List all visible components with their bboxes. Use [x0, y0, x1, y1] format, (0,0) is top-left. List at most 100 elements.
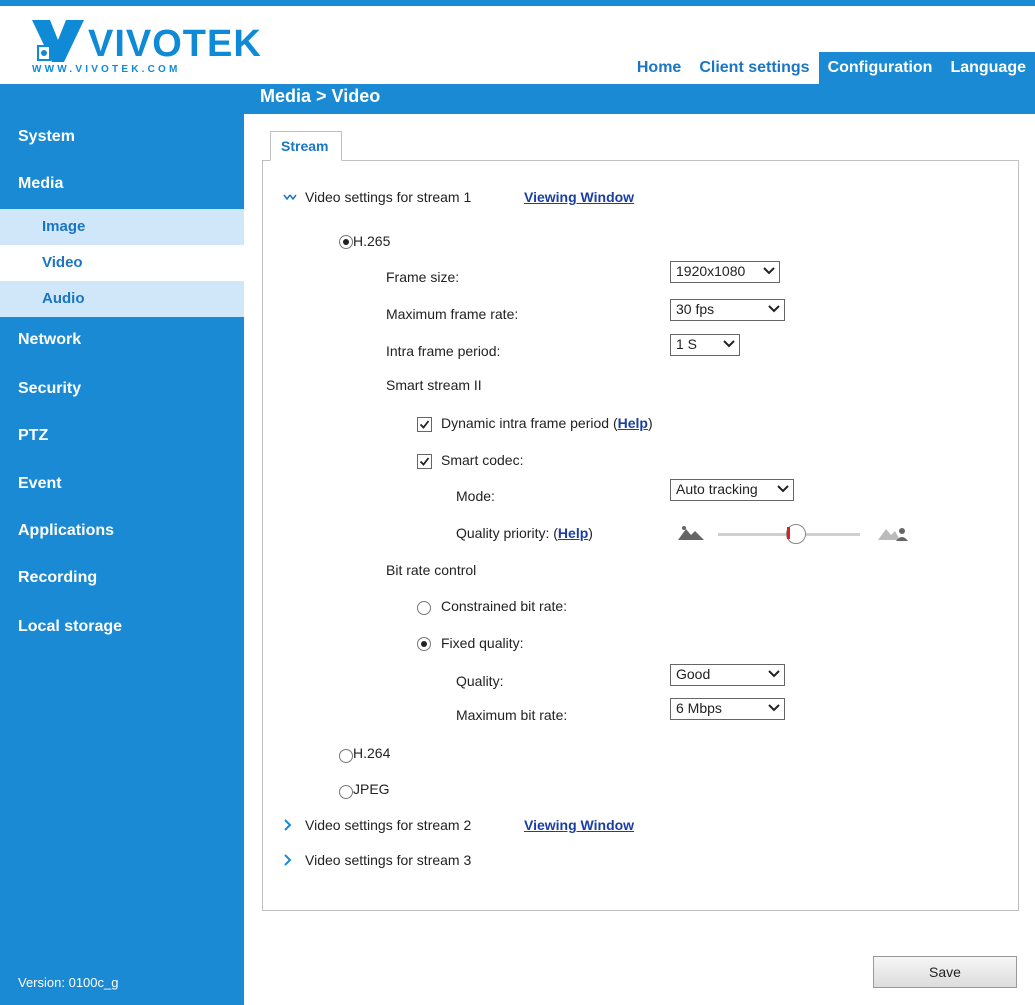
- quality-select[interactable]: Good: [670, 664, 785, 686]
- stream2-viewing-window-link[interactable]: Viewing Window: [524, 817, 634, 833]
- sidebar-item-applications[interactable]: Applications: [0, 522, 244, 546]
- sidebar-item-media[interactable]: Media: [0, 175, 244, 199]
- codec-h265-label: H.265: [353, 233, 391, 249]
- quality-label: Quality:: [456, 673, 504, 689]
- dynamic-intra-text: Dynamic intra frame period (: [441, 415, 618, 431]
- breadcrumb: Media > Video: [260, 86, 381, 106]
- close-paren: ): [588, 525, 593, 541]
- quality-priority-label: Quality priority: (Help): [456, 525, 593, 541]
- max-bit-rate-label: Maximum bit rate:: [456, 707, 568, 723]
- intra-frame-period-select[interactable]: 1 S: [670, 334, 740, 356]
- sidebar-subitem-label: Image: [42, 218, 86, 235]
- checkmark-icon: [419, 420, 430, 429]
- dynamic-intra-label: Dynamic intra frame period (Help): [441, 415, 653, 431]
- intra-frame-period-value: 1 S: [676, 336, 698, 352]
- save-button-label: Save: [929, 964, 961, 980]
- sidebar-item-label: Event: [18, 475, 62, 492]
- save-button[interactable]: Save: [873, 956, 1017, 988]
- stream2-title[interactable]: Video settings for stream 2: [305, 817, 471, 833]
- codec-jpeg-label: JPEG: [353, 781, 390, 797]
- person-priority-icon: [878, 528, 908, 541]
- quality-value: Good: [676, 666, 711, 682]
- codec-h265-radio[interactable]: [339, 235, 353, 249]
- smart-stream-label: Smart stream II: [386, 377, 482, 393]
- max-frame-rate-value: 30 fps: [676, 301, 715, 317]
- constrained-bit-rate-radio[interactable]: [417, 601, 431, 615]
- smart-codec-label: Smart codec:: [441, 452, 524, 468]
- version-text: Version: 0100c_g: [18, 975, 119, 990]
- max-bit-rate-value: 6 Mbps: [676, 700, 722, 716]
- chevron-down-icon: [768, 704, 780, 712]
- codec-jpeg-radio[interactable]: [339, 785, 353, 799]
- nav-client-settings[interactable]: Client settings: [690, 52, 818, 84]
- chevron-down-icon: [768, 305, 780, 313]
- codec-h264-radio[interactable]: [339, 749, 353, 763]
- mode-value: Auto tracking: [676, 481, 758, 497]
- sidebar-item-label: Security: [18, 380, 82, 397]
- sidebar-item-recording[interactable]: Recording: [0, 569, 244, 593]
- logo-mark-icon: [32, 20, 84, 62]
- breadcrumb-bar: Media > Video: [244, 84, 1035, 114]
- frame-size-value: 1920x1080: [676, 263, 746, 279]
- quality-priority-help-link[interactable]: Help: [558, 525, 588, 541]
- sidebar-item-label: Media: [18, 175, 64, 192]
- chevron-down-icon: [777, 485, 789, 493]
- tab-stream[interactable]: Stream: [270, 131, 342, 161]
- mode-select[interactable]: Auto tracking: [670, 479, 794, 501]
- sidebar-item-ptz[interactable]: PTZ: [0, 427, 244, 451]
- frame-size-select[interactable]: 1920x1080: [670, 261, 780, 283]
- expand-arrow-icon[interactable]: [283, 854, 293, 866]
- dynamic-intra-checkbox[interactable]: [417, 417, 432, 432]
- sidebar-item-label: Applications: [18, 522, 115, 539]
- quality-priority-text: Quality priority: (: [456, 525, 558, 541]
- expand-chevron-icon[interactable]: [283, 193, 297, 203]
- nav-language[interactable]: Language: [941, 52, 1035, 84]
- nav-configuration[interactable]: Configuration: [818, 52, 942, 84]
- logo-text: VIVOTEK: [88, 23, 262, 65]
- sidebar-item-security[interactable]: Security: [0, 380, 244, 404]
- sidebar-subitem-image[interactable]: Image: [0, 209, 244, 245]
- chevron-down-icon: [768, 670, 780, 678]
- fixed-quality-radio[interactable]: [417, 637, 431, 651]
- top-accent-bar: [0, 0, 1035, 6]
- bit-rate-control-label: Bit rate control: [386, 562, 477, 578]
- stream1-viewing-window-link[interactable]: Viewing Window: [524, 189, 634, 205]
- codec-h264-label: H.264: [353, 745, 391, 761]
- sidebar-item-label: System: [18, 128, 75, 145]
- sidebar-item-label: Recording: [18, 569, 98, 586]
- expand-arrow-icon[interactable]: [283, 819, 293, 831]
- sidebar-item-local-storage[interactable]: Local storage: [0, 618, 244, 642]
- chevron-down-icon: [723, 340, 735, 348]
- sidebar-item-label: Network: [18, 331, 82, 348]
- checkmark-icon: [419, 457, 430, 466]
- dynamic-intra-help-link[interactable]: Help: [618, 415, 648, 431]
- sidebar-subitem-audio[interactable]: Audio: [0, 281, 244, 317]
- quality-priority-marker: [787, 527, 791, 539]
- vivotek-logo: VIVOTEK WWW.VIVOTEK.COM: [30, 18, 261, 82]
- sidebar-item-system[interactable]: System: [0, 128, 244, 152]
- logo-url-text: WWW.VIVOTEK.COM: [32, 64, 181, 75]
- chevron-down-icon: [763, 267, 775, 275]
- fixed-quality-label: Fixed quality:: [441, 635, 524, 651]
- stream3-title[interactable]: Video settings for stream 3: [305, 852, 471, 868]
- landscape-quality-icon: [678, 526, 704, 540]
- max-frame-rate-select[interactable]: 30 fps: [670, 299, 785, 321]
- sidebar-item-event[interactable]: Event: [0, 475, 244, 499]
- stream1-title[interactable]: Video settings for stream 1: [305, 189, 471, 205]
- close-paren: ): [647, 415, 653, 431]
- max-frame-rate-label: Maximum frame rate:: [386, 306, 519, 322]
- smart-codec-checkbox[interactable]: [417, 454, 432, 469]
- nav-home[interactable]: Home: [628, 52, 690, 84]
- sidebar-item-label: PTZ: [18, 427, 49, 444]
- frame-size-label: Frame size:: [386, 269, 460, 285]
- sidebar-subitem-label: Audio: [42, 290, 85, 307]
- sidebar-item-label: Local storage: [18, 618, 123, 635]
- sidebar-item-network[interactable]: Network: [0, 331, 244, 355]
- sidebar-subitem-video[interactable]: Video: [0, 245, 244, 281]
- max-bit-rate-select[interactable]: 6 Mbps: [670, 698, 785, 720]
- tab-label: Stream: [281, 138, 329, 154]
- top-navigation: Home Client settings Configuration Langu…: [628, 52, 1035, 84]
- mode-label: Mode:: [456, 488, 495, 504]
- sidebar-subitem-label: Video: [42, 254, 83, 271]
- intra-frame-period-label: Intra frame period:: [386, 343, 501, 359]
